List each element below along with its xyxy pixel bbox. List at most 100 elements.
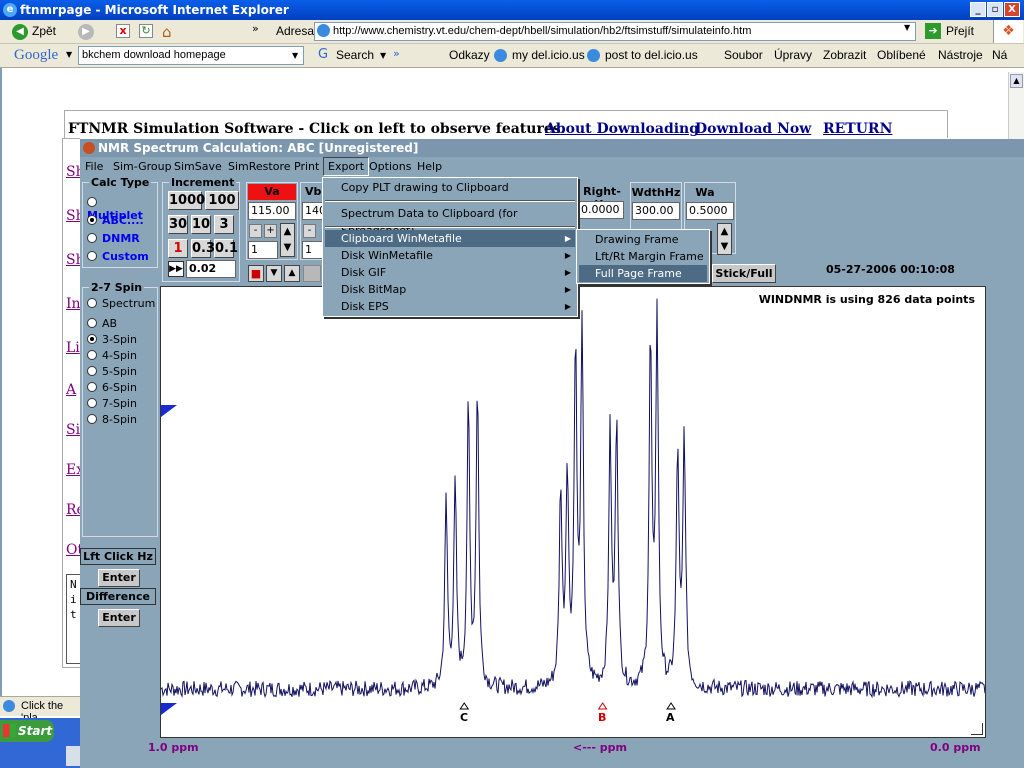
link-my-delicious[interactable]: my del.icio.us	[512, 44, 585, 66]
refresh-icon[interactable]: ↻	[139, 24, 153, 38]
param-right-hz-input[interactable]: 0.0000	[578, 201, 624, 219]
param-va-input[interactable]: 115.00	[248, 202, 296, 220]
search-button[interactable]: Search	[336, 44, 374, 66]
side-link[interactable]: A	[66, 382, 76, 398]
arrow-up-icon[interactable]: ▲	[284, 265, 300, 282]
menu-edit[interactable]: Úpravy	[774, 44, 812, 66]
increment-1-button[interactable]: 1	[168, 239, 188, 258]
address-input[interactable]: http://www.chemistry.vt.edu/chem-dept/hb…	[314, 22, 916, 41]
peak-marker-b-icon[interactable]	[597, 702, 608, 710]
back-arrow-icon[interactable]: ◀	[12, 24, 28, 40]
radio-spectrum[interactable]: Spectrum	[87, 297, 155, 310]
menu-tools[interactable]: Nástroje	[938, 44, 983, 66]
app-menu-file[interactable]: File	[85, 160, 103, 173]
page-textbox[interactable]: N i t	[66, 574, 80, 664]
start-button[interactable]: Start	[0, 720, 54, 742]
app-menu-simrestore[interactable]: SimRestore	[228, 160, 291, 173]
export-copy-plt[interactable]: Copy PLT drawing to Clipboard	[325, 179, 575, 196]
enter-button-2[interactable]: Enter	[98, 609, 140, 627]
app-menu-simsave[interactable]: SimSave	[174, 160, 222, 173]
param-wdthhz-input[interactable]: 300.00	[632, 202, 680, 220]
save-disk-icon[interactable]: ■	[248, 265, 264, 282]
increment-10-button[interactable]: 10	[191, 215, 211, 234]
param-vb-input[interactable]: 140	[302, 202, 323, 220]
side-link[interactable]: In	[66, 296, 81, 312]
increment-100-button[interactable]: 100	[205, 191, 239, 210]
google-search-icon[interactable]: G	[318, 47, 328, 62]
link-post-delicious[interactable]: post to del.icio.us	[605, 44, 698, 66]
app-menu-options[interactable]: Options	[369, 160, 411, 173]
go-button[interactable]: Přejít	[946, 20, 974, 42]
search-history-dropdown-icon[interactable]: ▼	[292, 51, 298, 60]
radio-dnmr[interactable]: DNMR	[87, 232, 140, 245]
scroll-up-icon[interactable]: ▲	[1010, 74, 1023, 88]
param-va-minus-button[interactable]: -	[249, 224, 262, 238]
export-clipboard-winmetafile[interactable]: Clipboard WinMetafile ▶	[325, 230, 575, 247]
google-dropdown-icon[interactable]: ▼	[66, 50, 72, 59]
app-menu-help[interactable]: Help	[417, 160, 442, 173]
radio-6-spin[interactable]: 6-Spin	[87, 381, 137, 394]
param-vb-step[interactable]: 1	[302, 241, 323, 259]
increment-0-1-button[interactable]: 0.1	[214, 239, 238, 258]
export-spectrum-data[interactable]: Spectrum Data to Clipboard (for Spreadsh…	[325, 205, 575, 237]
menu-view[interactable]: Zobrazit	[823, 44, 866, 66]
param-va-spinner-icon[interactable]: ▲ ▼	[280, 223, 295, 257]
maximize-button[interactable]: ▫	[987, 2, 1003, 17]
menu-help[interactable]: Ná	[992, 44, 1007, 66]
download-now-link[interactable]: Download Now	[695, 121, 811, 137]
increment-1000-button[interactable]: 1000	[168, 191, 205, 210]
peak-marker-c-icon[interactable]	[459, 702, 470, 710]
fast-forward-icon[interactable]: ▶▶	[168, 261, 184, 277]
enter-button-1[interactable]: Enter	[98, 569, 140, 587]
stop-icon[interactable]: x	[116, 24, 130, 38]
resize-corner-icon[interactable]	[971, 723, 983, 735]
param-va-step[interactable]: 1	[248, 241, 278, 259]
radio-5-spin[interactable]: 5-Spin	[87, 365, 137, 378]
radio-4-spin[interactable]: 4-Spin	[87, 349, 137, 362]
forward-arrow-icon[interactable]: ▶	[78, 24, 94, 40]
export-disk-winmetafile[interactable]: Disk WinMetafile ▶	[325, 247, 575, 264]
peak-marker-a-icon[interactable]	[666, 702, 676, 710]
close-button[interactable]: X	[1004, 2, 1020, 17]
toolbar-more-icon[interactable]: »	[393, 47, 400, 60]
app-menu-export[interactable]: Export	[323, 157, 370, 176]
google-search-input[interactable]: bkchem download homepage	[78, 46, 304, 65]
go-arrow-icon[interactable]: ➔	[925, 23, 941, 39]
submenu-full-page-frame[interactable]: Full Page Frame	[579, 265, 707, 282]
radio-8-spin[interactable]: 8-Spin	[87, 413, 137, 426]
app-menu-print[interactable]: Print	[294, 160, 319, 173]
upper-limit-marker-icon[interactable]	[161, 405, 177, 417]
toolbar-overflow-icon[interactable]: »	[252, 22, 259, 35]
search-dropdown-icon[interactable]: ▼	[380, 51, 386, 60]
menu-favorites[interactable]: Oblíbené	[877, 44, 926, 66]
submenu-lft-rt-margin-frame[interactable]: Lft/Rt Margin Frame	[579, 248, 707, 265]
back-button[interactable]: Zpět	[32, 20, 56, 42]
arrow-down-icon[interactable]: ▼	[266, 265, 282, 282]
export-disk-eps[interactable]: Disk EPS ▶	[325, 298, 575, 315]
increment-0-3-button[interactable]: 0.3	[191, 239, 215, 258]
radio-ab[interactable]: AB	[87, 317, 117, 330]
submenu-drawing-frame[interactable]: Drawing Frame	[579, 231, 707, 248]
increment-3-button[interactable]: 3	[214, 215, 234, 234]
side-link[interactable]: Si	[66, 422, 80, 438]
tool-button[interactable]	[303, 265, 321, 282]
lower-limit-marker-icon[interactable]	[161, 703, 177, 715]
home-icon[interactable]: ⌂	[162, 23, 172, 41]
param-vb-minus-button[interactable]: -	[303, 224, 316, 238]
chevron-down-icon[interactable]: ▼	[904, 23, 910, 32]
spectrum-plot[interactable]: WINDNMR is using 826 data points	[160, 286, 986, 738]
param-wa-spinner-icon[interactable]: ▲ ▼	[717, 223, 732, 255]
google-logo[interactable]: Google	[14, 44, 58, 66]
export-disk-bitmap[interactable]: Disk BitMap ▶	[325, 281, 575, 298]
about-downloading-link[interactable]: About Downloading	[545, 121, 699, 137]
return-link[interactable]: RETURN	[823, 121, 892, 137]
increment-value-input[interactable]: 0.02	[186, 260, 236, 278]
param-va-plus-button[interactable]: +	[264, 224, 277, 238]
stick-full-button[interactable]: Stick/Full	[712, 264, 776, 283]
radio-custom[interactable]: Custom	[87, 250, 149, 263]
taskbar-app-icon[interactable]	[66, 746, 80, 766]
app-menu-sim-group[interactable]: Sim-Group	[113, 160, 172, 173]
menu-file[interactable]: Soubor	[724, 44, 763, 66]
increment-30-button[interactable]: 30	[168, 215, 188, 234]
side-link[interactable]: Li	[66, 340, 80, 356]
